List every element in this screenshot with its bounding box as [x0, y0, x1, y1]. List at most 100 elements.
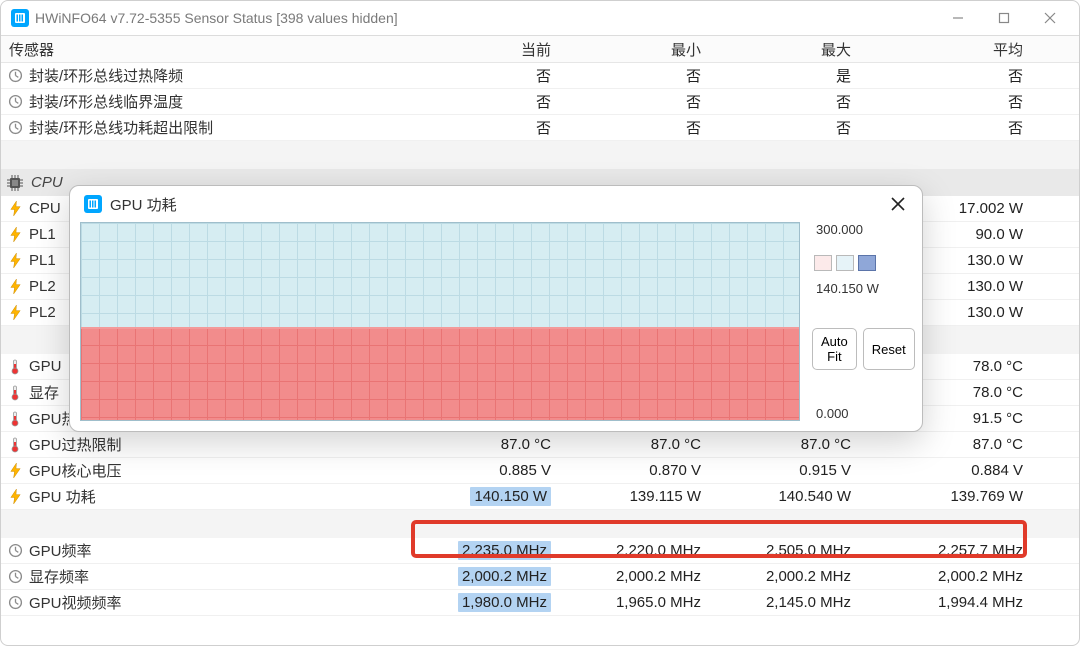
value-max: 2,505.0 MHz: [729, 542, 879, 559]
app-icon: [84, 195, 102, 213]
sensor-row[interactable]: GPU过热限制87.0 °C87.0 °C87.0 °C87.0 °C: [1, 432, 1079, 458]
sensor-row[interactable]: 显存频率2,000.2 MHz2,000.2 MHz2,000.2 MHz2,0…: [1, 564, 1079, 590]
sensor-name: PL1: [29, 252, 56, 269]
value-min: 否: [579, 117, 729, 138]
value-cur: 1,980.0 MHz: [429, 593, 579, 612]
chip-icon: [7, 175, 23, 191]
minimize-button[interactable]: [935, 2, 981, 34]
sensor-body: 传感器 当前 最小 最大 平均 封装/环形总线过热降频否否是否封装/环形总线临界…: [1, 35, 1079, 646]
value-avg: 139.769 W: [879, 488, 1051, 505]
sensor-row[interactable]: 封装/环形总线功耗超出限制否否否否: [1, 115, 1079, 141]
bolt-icon: [7, 227, 23, 243]
value-cur: 2,235.0 MHz: [429, 541, 579, 560]
value-avg: 否: [879, 117, 1051, 138]
clock-icon: [7, 595, 23, 611]
popup-close-button[interactable]: [884, 190, 912, 218]
value-min: 2,220.0 MHz: [579, 542, 729, 559]
autofit-button[interactable]: Auto Fit: [812, 328, 857, 370]
graph-sidebar: 300.000 140.150 W Auto Fit Reset 0.000: [812, 222, 912, 421]
graph-popup[interactable]: GPU 功耗 300.000 1: [69, 185, 923, 432]
value-min: 87.0 °C: [579, 436, 729, 453]
bolt-icon: [7, 489, 23, 505]
sensor-name: 封装/环形总线临界温度: [29, 91, 183, 112]
value-avg: 87.0 °C: [879, 436, 1051, 453]
maximize-button[interactable]: [981, 2, 1027, 34]
thermometer-icon: [7, 359, 23, 375]
value-max: 87.0 °C: [729, 436, 879, 453]
thermometer-icon: [7, 437, 23, 453]
value-cur: 否: [429, 91, 579, 112]
value-avg: 1,994.4 MHz: [879, 594, 1051, 611]
separator: [1, 141, 1079, 169]
col-sensor[interactable]: 传感器: [1, 39, 429, 60]
value-min: 139.115 W: [579, 488, 729, 505]
sensor-name: 封装/环形总线过热降频: [29, 65, 183, 86]
sensor-row[interactable]: GPU核心电压 0.885 V0.870 V0.915 V0.884 V: [1, 458, 1079, 484]
titlebar[interactable]: HWiNFO64 v7.72-5355 Sensor Status [398 v…: [1, 1, 1079, 35]
value-min: 0.870 V: [579, 462, 729, 479]
sensor-name: 显存: [29, 382, 59, 403]
bolt-icon: [7, 201, 23, 217]
col-max[interactable]: 最大: [729, 39, 879, 60]
sensor-name: GPU视频频率: [29, 592, 122, 613]
swatch-3[interactable]: [858, 255, 876, 271]
clock-icon: [7, 543, 23, 559]
sensor-name: CPU: [29, 200, 61, 217]
col-avg[interactable]: 平均: [879, 39, 1051, 60]
col-min[interactable]: 最小: [579, 39, 729, 60]
graph-area[interactable]: [80, 222, 800, 421]
sensor-name: 显存频率: [29, 566, 89, 587]
reset-button[interactable]: Reset: [863, 328, 915, 370]
value-cur: 140.150 W: [429, 487, 579, 506]
close-button[interactable]: [1027, 2, 1073, 34]
sensor-name: GPU过热限制: [29, 434, 122, 455]
value-cur: 2,000.2 MHz: [429, 567, 579, 586]
bolt-icon: [7, 463, 23, 479]
value-cur: 否: [429, 65, 579, 86]
value-max: 是: [729, 65, 879, 86]
clock-icon: [7, 569, 23, 585]
sensor-name: GPU: [29, 358, 62, 375]
clock-icon: [7, 120, 23, 136]
swatch-2[interactable]: [836, 255, 854, 271]
legend-swatches[interactable]: [812, 255, 912, 271]
value-cur: 否: [429, 117, 579, 138]
window-title: HWiNFO64 v7.72-5355 Sensor Status [398 v…: [35, 10, 398, 26]
sensor-name: GPU核心电压: [29, 460, 122, 481]
popup-titlebar[interactable]: GPU 功耗: [70, 186, 922, 222]
bolt-icon: [7, 305, 23, 321]
main-window: HWiNFO64 v7.72-5355 Sensor Status [398 v…: [0, 0, 1080, 646]
sensor-row[interactable]: GPU频率2,235.0 MHz2,220.0 MHz2,505.0 MHz2,…: [1, 538, 1079, 564]
value-avg: 0.884 V: [879, 462, 1051, 479]
thermometer-icon: [7, 385, 23, 401]
value-min: 1,965.0 MHz: [579, 594, 729, 611]
sensor-name: GPU 功耗: [29, 486, 96, 507]
sensor-name: PL1: [29, 226, 56, 243]
bolt-icon: [7, 279, 23, 295]
value-max: 0.915 V: [729, 462, 879, 479]
sensor-row[interactable]: 封装/环形总线临界温度否否否否: [1, 89, 1079, 115]
swatch-1[interactable]: [814, 255, 832, 271]
value-max: 140.540 W: [729, 488, 879, 505]
bolt-icon: [7, 253, 23, 269]
header-row[interactable]: 传感器 当前 最小 最大 平均: [1, 35, 1079, 63]
sensor-row[interactable]: GPU 功耗 140.150 W139.115 W140.540 W139.769…: [1, 484, 1079, 510]
value-max: 否: [729, 91, 879, 112]
sensor-row[interactable]: 封装/环形总线过热降频否否是否: [1, 63, 1079, 89]
value-max: 否: [729, 117, 879, 138]
popup-title: GPU 功耗: [110, 194, 177, 215]
y-max-label: 300.000: [812, 222, 912, 237]
col-current[interactable]: 当前: [429, 39, 579, 60]
app-icon: [11, 9, 29, 27]
current-value-label: 140.150 W: [812, 281, 912, 296]
sensor-row[interactable]: GPU视频频率1,980.0 MHz1,965.0 MHz2,145.0 MHz…: [1, 590, 1079, 616]
y-min-label: 0.000: [812, 406, 912, 421]
value-cur: 0.885 V: [429, 462, 579, 479]
thermometer-icon: [7, 411, 23, 427]
value-min: 否: [579, 65, 729, 86]
value-max: 2,000.2 MHz: [729, 568, 879, 585]
value-avg: 2,000.2 MHz: [879, 568, 1051, 585]
section-label: CPU: [31, 174, 63, 191]
value-avg: 否: [879, 91, 1051, 112]
clock-icon: [7, 94, 23, 110]
